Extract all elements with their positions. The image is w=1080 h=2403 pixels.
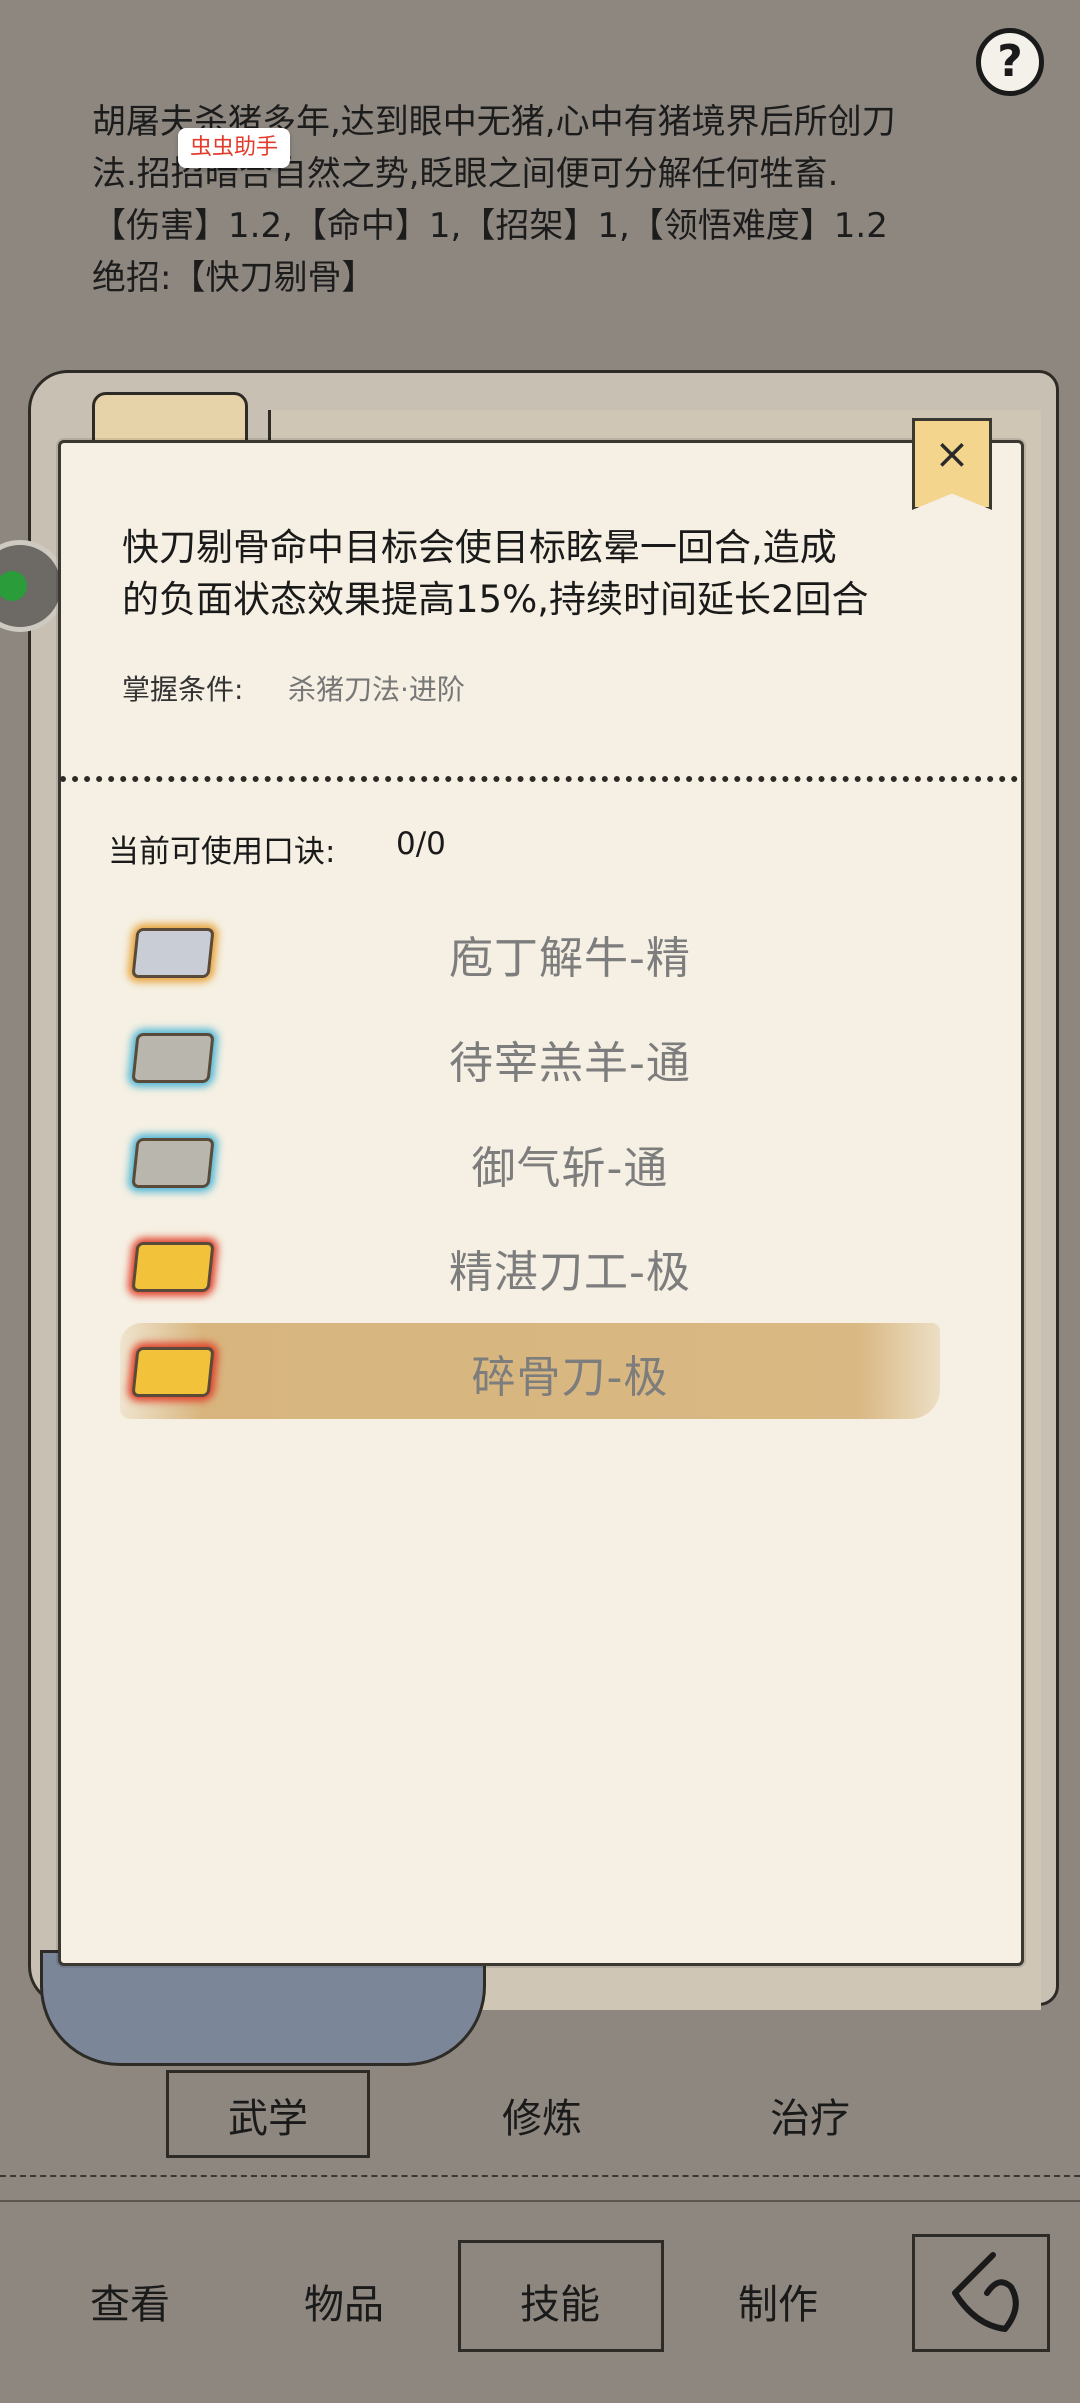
dotted-divider: [60, 776, 1018, 782]
close-icon: ×: [934, 429, 970, 478]
skill-chip-icon: [131, 1347, 215, 1397]
back-button[interactable]: [912, 2234, 1050, 2352]
skill-name: 庖丁解牛-精: [449, 933, 691, 984]
skill-name: 精湛刀工-极: [449, 1247, 691, 1298]
skill-name: 御气斩-通: [471, 1143, 669, 1194]
helper-badge[interactable]: 虫虫助手: [178, 128, 290, 168]
decorative-line: [0, 2175, 1080, 2185]
skill-item[interactable]: 精湛刀工-极: [120, 1222, 940, 1308]
condition-value: 杀猪刀法·进阶: [288, 673, 465, 706]
effect-line: 的负面状态效果提高15%,持续时间延长2回合: [122, 578, 869, 621]
tab-zhiliao[interactable]: 治疗: [708, 2086, 912, 2144]
assistant-icon: [0, 571, 27, 601]
help-button[interactable]: ?: [976, 28, 1044, 96]
skill-chip-icon: [131, 1138, 215, 1188]
skill-item[interactable]: 待宰羔羊-通: [120, 1013, 940, 1099]
nav-divider: [0, 2200, 1080, 2202]
effect-text: 快刀剔骨命中目标会使目标眩晕一回合,造成 的负面状态效果提高15%,持续时间延长…: [122, 522, 982, 626]
skill-chip-icon: [131, 1033, 215, 1083]
nav-chakan[interactable]: 查看: [40, 2272, 220, 2330]
condition-label: 掌握条件:: [122, 673, 244, 706]
nav-wupin[interactable]: 物品: [254, 2272, 434, 2330]
skill-chip-icon: [131, 1242, 215, 1292]
skill-chip-icon: [131, 928, 215, 978]
skill-name: 碎骨刀-极: [471, 1352, 669, 1403]
skill-item[interactable]: 庖丁解牛-精: [120, 908, 940, 994]
usable-formula-count: 0/0: [396, 826, 446, 862]
effect-line: 快刀剔骨命中目标会使目标眩晕一回合,造成: [122, 526, 837, 569]
back-arrow-icon: [952, 2252, 1019, 2332]
scroll-roll-bottom: [40, 1950, 486, 2066]
description-line: 【伤害】1.2,【命中】1,【招架】1,【领悟难度】1.2: [92, 206, 888, 246]
nav-jineng[interactable]: 技能: [470, 2272, 650, 2330]
usable-formula-label: 当前可使用口诀:: [108, 834, 336, 870]
skill-name: 待宰羔羊-通: [449, 1038, 691, 1089]
skill-item[interactable]: 御气斩-通: [120, 1118, 940, 1204]
tab-xiulian[interactable]: 修炼: [440, 2086, 644, 2144]
description-line: 绝招:【快刀剔骨】: [92, 258, 376, 298]
nav-zhizuo[interactable]: 制作: [688, 2272, 868, 2330]
tab-wuxue[interactable]: 武学: [166, 2086, 370, 2144]
skill-item-selected[interactable]: 碎骨刀-极: [120, 1323, 940, 1419]
